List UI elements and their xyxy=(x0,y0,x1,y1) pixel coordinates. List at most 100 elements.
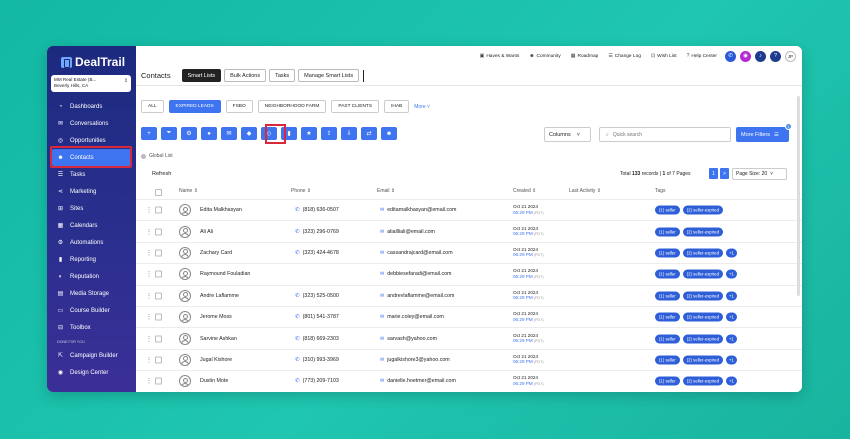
col-phone[interactable]: Phone ⇕ xyxy=(291,188,311,194)
contact-email[interactable]: ✉ cassandrajcard@email.com xyxy=(380,250,453,256)
contact-name[interactable]: Dustin Mote xyxy=(200,378,228,384)
row-checkbox[interactable] xyxy=(155,228,162,236)
help-icon[interactable]: ? xyxy=(770,50,781,62)
contact-phone[interactable]: ✆ (801) 541-3787 xyxy=(295,314,339,320)
row-menu-icon[interactable]: ⋮ xyxy=(146,335,152,342)
sidebar-item-reputation[interactable]: ◐ Reputation xyxy=(47,268,136,285)
tag-badge[interactable]: +1 xyxy=(725,355,737,365)
table-row[interactable]: ⋮ Ali Ali ✆ (323) 296-0769 ✉ aliallliali@emai… xyxy=(136,220,802,241)
import-button[interactable]: ⇩ xyxy=(341,127,357,140)
sidebar-item-marketing[interactable]: ⋖ Marketing xyxy=(47,183,136,200)
row-menu-icon[interactable]: ⋮ xyxy=(146,228,152,235)
refresh-link[interactable]: Refresh xyxy=(152,171,171,177)
row-checkbox[interactable] xyxy=(155,356,162,364)
contact-name[interactable]: Raymound Fouladian xyxy=(200,271,250,277)
contact-name[interactable]: Ali Ali xyxy=(200,229,213,235)
row-checkbox[interactable] xyxy=(155,206,162,214)
contact-name[interactable]: Sarvine Ashkan xyxy=(200,336,237,342)
row-checkbox[interactable] xyxy=(155,313,162,321)
tag-badge[interactable]: (1) seller xyxy=(655,312,680,322)
filter-ihab[interactable]: IHAB xyxy=(384,100,410,113)
email-button[interactable]: ✉ xyxy=(221,127,237,140)
row-menu-icon[interactable]: ⋮ xyxy=(146,249,152,256)
megaphone-notify-icon[interactable]: ◉ xyxy=(740,50,751,62)
page-1-button[interactable]: 1 xyxy=(709,168,718,179)
contact-email[interactable]: ✉ andrevlaflamme@email.com xyxy=(380,293,454,299)
contact-email[interactable]: ✉ marie.coley@email.com xyxy=(380,314,444,320)
quick-search[interactable]: ⌕ xyxy=(599,127,731,142)
haves-wants-link[interactable]: ▣ Haves & Wants xyxy=(480,53,520,59)
filter-fsbo[interactable]: FSBO xyxy=(225,100,253,113)
tag-badge[interactable]: +1 xyxy=(725,312,737,322)
change-log-link[interactable]: ☰ Change Log xyxy=(608,53,641,59)
tag-badge[interactable]: (2) seller-expired xyxy=(682,291,723,301)
sidebar-item-campaign-builder[interactable]: ⇱ Campaign Builder xyxy=(47,347,136,364)
table-row[interactable]: ⋮ Raymound Fouladian ✉ debbiesefaradi@email… xyxy=(136,263,802,284)
tag-badge[interactable]: +1 xyxy=(725,334,737,344)
filter-button[interactable]: ⏷ xyxy=(161,127,177,140)
tag-badge[interactable]: (2) seller-expired xyxy=(682,312,723,322)
tag-badge[interactable]: (1) seller xyxy=(655,376,680,386)
table-row[interactable]: ⋮ Andre Laflamme ✆ (323) 525-0500 ✉ andrevlaf… xyxy=(136,284,802,306)
table-row[interactable]: ⋮ Edita Malkhasyan ✆ (818) 636-0507 ✉ editama… xyxy=(136,199,802,220)
row-menu-icon[interactable]: ⋮ xyxy=(146,314,152,321)
bell-icon[interactable]: ♪ xyxy=(755,50,766,62)
contact-email[interactable]: ✉ debbiesefaradi@email.com xyxy=(380,271,451,277)
phone-icon[interactable]: ✆ xyxy=(725,50,736,62)
contact-email[interactable]: ✉ aliallliali@email.com xyxy=(380,229,435,235)
contact-email[interactable]: ✉ jugalkishore3@yahoo.com xyxy=(380,357,450,363)
wish-list-link[interactable]: ⊡ Wish List xyxy=(651,53,677,59)
page-size-select[interactable]: Page Size: 20 ˅ xyxy=(732,168,787,180)
tag-badge[interactable]: (1) seller xyxy=(655,355,680,365)
columns-dropdown[interactable]: Columns ˅ xyxy=(544,127,591,142)
user-avatar[interactable]: JP xyxy=(785,50,796,62)
contact-phone[interactable]: ✆ (310) 993-3969 xyxy=(295,357,339,363)
row-checkbox[interactable] xyxy=(155,249,162,257)
select-all-checkbox[interactable] xyxy=(155,189,162,196)
sidebar-item-tasks[interactable]: ☰ Tasks xyxy=(47,166,136,183)
contact-phone[interactable]: ✆ (818) 636-0507 xyxy=(295,207,339,213)
sidebar-item-dashboards[interactable]: ◔ Dashboards xyxy=(47,98,136,115)
filter-past-clients[interactable]: PAST CLIENTS xyxy=(331,100,380,113)
tag-badge[interactable]: (1) seller xyxy=(655,334,680,344)
contact-phone[interactable]: ✆ (818) 669-2303 xyxy=(295,336,339,342)
sms-button[interactable]: ● xyxy=(201,127,217,140)
row-checkbox[interactable] xyxy=(155,335,162,343)
tag-badge[interactable]: (1) seller xyxy=(655,205,680,215)
tab-smart-lists[interactable]: Smart Lists xyxy=(181,69,222,82)
sidebar-item-reporting[interactable]: ▮ Reporting xyxy=(47,251,136,268)
tag-badge[interactable]: (1) seller xyxy=(655,269,680,279)
tag-badge[interactable]: +1 xyxy=(725,291,737,301)
tag-badge[interactable]: (2) seller-expired xyxy=(682,376,723,386)
sidebar-item-toolbox[interactable]: ⊟ Toolbox xyxy=(47,319,136,336)
row-menu-icon[interactable]: ⋮ xyxy=(146,378,152,385)
row-checkbox[interactable] xyxy=(155,377,162,385)
contact-phone[interactable]: ✆ (323) 296-0769 xyxy=(295,229,339,235)
sidebar-item-automations[interactable]: ⚙ Automations xyxy=(47,234,136,251)
sidebar-item-course-builder[interactable]: ▭ Course Builder xyxy=(47,302,136,319)
row-checkbox[interactable] xyxy=(155,292,162,300)
col-last-activity[interactable]: Last Activity ⇕ xyxy=(569,188,601,194)
tag-badge[interactable]: (1) seller xyxy=(655,248,680,258)
star-button[interactable]: ★ xyxy=(301,127,317,140)
add-tag-button[interactable]: ◆ xyxy=(241,127,257,140)
tab-manage-smart-lists[interactable]: Manage Smart Lists xyxy=(298,69,360,82)
sidebar-item-sites[interactable]: ⊞ Sites xyxy=(47,200,136,217)
tag-badge[interactable]: (2) seller-expired xyxy=(682,205,723,215)
row-menu-icon[interactable]: ⋮ xyxy=(146,271,152,278)
contact-name[interactable]: Edita Malkhasyan xyxy=(200,207,242,213)
assign-users-button[interactable]: ☻ xyxy=(381,127,397,140)
contact-phone[interactable]: ✆ (323) 525-0500 xyxy=(295,293,339,299)
contact-name[interactable]: Andre Laflamme xyxy=(200,293,239,299)
tag-badge[interactable]: +1 xyxy=(725,376,737,386)
tag-badge[interactable]: (2) seller-expired xyxy=(682,269,723,279)
sidebar-item-conversations[interactable]: ✉ Conversations xyxy=(47,115,136,132)
contact-email[interactable]: ✉ editamalkhasyan@email.com xyxy=(380,207,456,213)
tag-badge[interactable]: (2) seller-expired xyxy=(682,248,723,258)
table-row[interactable]: ⋮ Sarvine Ashkan ✆ (818) 669-2303 ✉ sarvash@y… xyxy=(136,327,802,348)
table-row[interactable]: ⋮ Zachary Card ✆ (323) 424-4678 ✉ cassandrajc… xyxy=(136,241,802,263)
filter-all[interactable]: ALL xyxy=(141,100,164,113)
contact-phone[interactable]: ✆ (323) 424-4678 xyxy=(295,250,339,256)
table-row[interactable]: ⋮ Jugal Kishore ✆ (310) 993-3969 ✉ jugalkisho… xyxy=(136,348,802,370)
more-filters-button[interactable]: More Filters ☰ 1 xyxy=(736,123,792,142)
